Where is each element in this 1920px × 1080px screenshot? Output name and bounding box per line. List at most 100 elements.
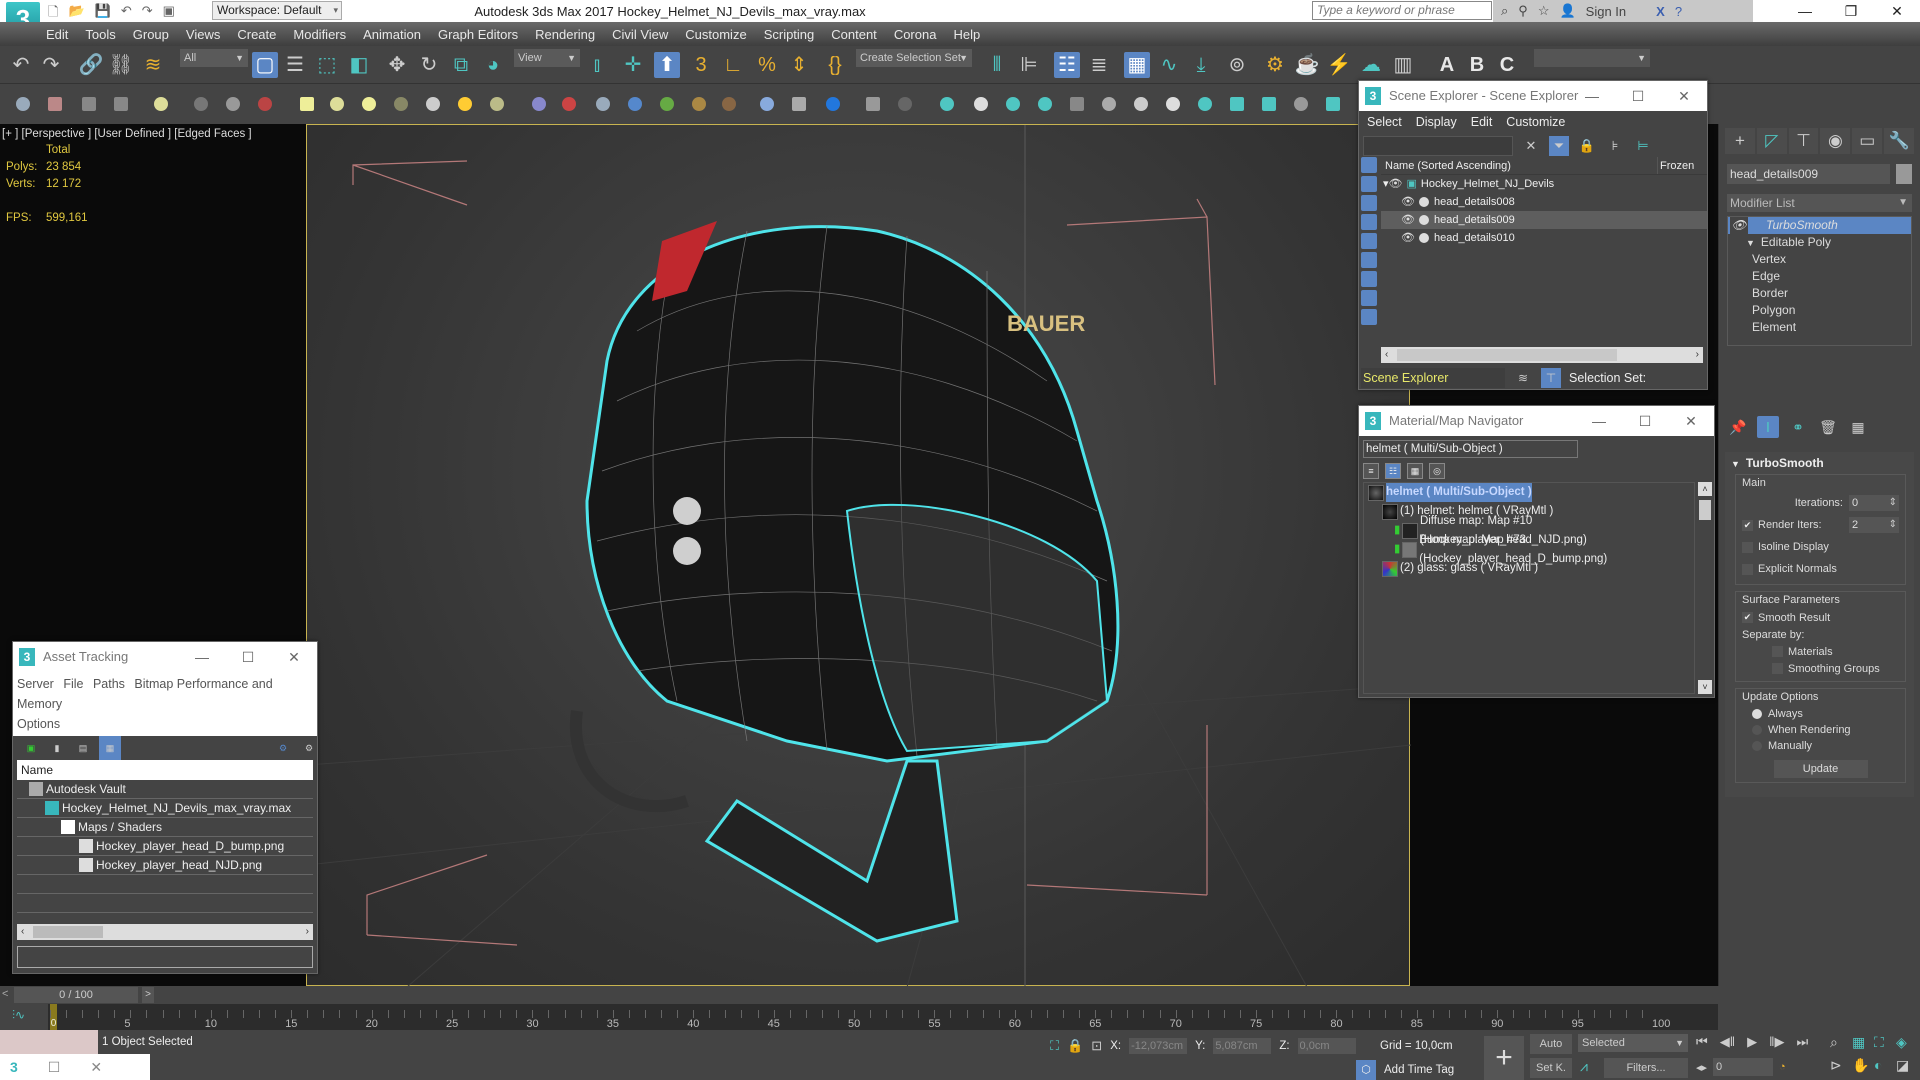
go-to-end-icon[interactable]: ⏭: [1796, 1034, 1808, 1050]
bind-space-warp-icon[interactable]: ≋: [140, 52, 166, 78]
camera-icon[interactable]: [826, 97, 840, 111]
next-frame-icon[interactable]: >: [142, 987, 154, 1003]
close-button[interactable]: ✕: [1874, 0, 1920, 22]
stack-item-polygon[interactable]: Polygon: [1728, 302, 1911, 319]
gear-pair-icon[interactable]: [1294, 97, 1308, 111]
display-tab-icon[interactable]: ▭: [1852, 128, 1883, 154]
tower-icon[interactable]: [596, 97, 610, 111]
next-frame-icon[interactable]: ‖▶: [1769, 1034, 1784, 1050]
z-coordinate-field[interactable]: 0,0cm: [1297, 1038, 1356, 1054]
exchange-icon[interactable]: X: [1656, 4, 1665, 19]
menu-rendering[interactable]: Rendering: [535, 27, 595, 42]
lights-filter-icon[interactable]: [1361, 195, 1377, 211]
asset-row[interactable]: Hockey_Helmet_NJ_Devils_max_vray.max: [17, 799, 313, 818]
minimize-button[interactable]: —: [1569, 81, 1615, 111]
layer-icon[interactable]: [866, 97, 880, 111]
teapot-icon[interactable]: [16, 97, 30, 111]
tree-icon[interactable]: [1038, 97, 1052, 111]
render-iterative-icon[interactable]: ▥: [1390, 52, 1416, 78]
scroll-right-icon[interactable]: ›: [1696, 347, 1699, 363]
sphere-prim-icon[interactable]: [362, 97, 376, 111]
utilities-tab-icon[interactable]: 🔧: [1884, 128, 1914, 154]
placement-icon[interactable]: ◕: [480, 52, 506, 78]
explorer-selector[interactable]: Scene Explorer: [1361, 368, 1505, 388]
current-material-field[interactable]: helmet ( Multi/Sub-Object ): [1363, 440, 1578, 458]
time-tag-icon[interactable]: ⬡: [1356, 1060, 1376, 1080]
text-a-icon[interactable]: A: [1434, 52, 1460, 78]
cameras-filter-icon[interactable]: [1361, 214, 1377, 230]
zoom-icon[interactable]: ⌕: [1830, 1034, 1852, 1051]
text-c-icon[interactable]: C: [1494, 52, 1520, 78]
eye-icon[interactable]: 👁: [1389, 175, 1403, 193]
minimize-button[interactable]: —: [179, 642, 225, 672]
menu-customize[interactable]: Customize: [1506, 115, 1565, 129]
menu-animation[interactable]: Animation: [363, 27, 421, 42]
view-small-icons-icon[interactable]: ▦: [1407, 463, 1423, 479]
hierarchy-tab-icon[interactable]: ⊤: [1788, 128, 1819, 154]
gear-blue-icon[interactable]: [628, 97, 642, 111]
isolate-selection-icon[interactable]: ⛶: [1050, 1038, 1059, 1054]
mirror-skin-icon[interactable]: [226, 97, 240, 111]
view-list-icon[interactable]: ≡: [1363, 463, 1379, 479]
dome-prim-icon[interactable]: [330, 97, 344, 111]
iterations-spinner[interactable]: 0: [1849, 495, 1899, 511]
perspective-viewport[interactable]: BAUER: [306, 124, 1411, 987]
menu-group[interactable]: Group: [133, 27, 169, 42]
prev-frame-icon[interactable]: <: [2, 988, 8, 1000]
maximize-button[interactable]: ☐: [1615, 81, 1661, 111]
rollout-header[interactable]: ▼ TurboSmooth: [1725, 452, 1914, 474]
hierarchy-expand-icon[interactable]: ⊨: [1633, 136, 1653, 156]
shapes-filter-icon[interactable]: [1361, 176, 1377, 192]
spacewarps-filter-icon[interactable]: [1361, 252, 1377, 268]
eye-icon[interactable]: 👁: [1401, 229, 1415, 247]
modifier-list-dropdown[interactable]: Modifier List ▼: [1727, 194, 1912, 212]
panel-icon[interactable]: [82, 97, 96, 111]
hierarchy-icon[interactable]: ⊧: [1605, 136, 1625, 156]
viewport-label[interactable]: [+ ] [Perspective ] [User Defined ] [Edg…: [2, 128, 252, 140]
render-cloud-icon[interactable]: ☁: [1358, 52, 1384, 78]
percent-snap-icon[interactable]: %: [754, 52, 780, 78]
menu-modifiers[interactable]: Modifiers: [293, 27, 346, 42]
menu-edit[interactable]: Edit: [1471, 115, 1493, 129]
material-row[interactable]: helmet ( Multi/Sub-Object ): [1364, 483, 1694, 502]
stack-item-turbosmooth[interactable]: 👁 TurboSmooth: [1728, 217, 1911, 234]
cone-prim-icon[interactable]: [426, 97, 440, 111]
mini-curve-editor-icon[interactable]: ⫶∿: [12, 1008, 25, 1023]
maxscript-listener[interactable]: [0, 1030, 98, 1054]
extra-dropdown[interactable]: ▼: [1534, 49, 1650, 67]
refresh-icon[interactable]: ▣: [23, 740, 39, 756]
menu-content[interactable]: Content: [831, 27, 877, 42]
key-filter-dropdown[interactable]: Selected ▼: [1578, 1034, 1688, 1052]
character-icon[interactable]: [258, 97, 272, 111]
hierarchy-mode-icon[interactable]: ⊤: [1541, 368, 1561, 388]
rock-icon[interactable]: [722, 97, 736, 111]
light-bulb-icon[interactable]: [940, 97, 954, 111]
set-key-mode-button[interactable]: Set K.: [1530, 1058, 1572, 1078]
redo-icon[interactable]: ↷: [38, 52, 64, 78]
column-name[interactable]: Name: [17, 760, 313, 780]
horizontal-scrollbar[interactable]: ‹ ›: [1381, 347, 1703, 363]
layer-explorer-icon[interactable]: ≣: [1086, 52, 1112, 78]
field-of-view-icon[interactable]: ⊳: [1830, 1057, 1852, 1074]
view-large-icons-icon[interactable]: ◎: [1429, 463, 1445, 479]
maximize-button[interactable]: ☐: [225, 642, 271, 672]
ribbon-toggle-icon[interactable]: ▦: [1124, 52, 1150, 78]
geometry-filter-icon[interactable]: [1361, 157, 1377, 173]
previous-frame-icon[interactable]: ◀‖: [1720, 1034, 1735, 1050]
close-button[interactable]: ✕: [1668, 406, 1714, 436]
particle-icon[interactable]: [532, 97, 546, 111]
text-b-icon[interactable]: B: [1464, 52, 1490, 78]
set-key-button[interactable]: +: [1484, 1036, 1524, 1080]
eye-icon[interactable]: 👁: [1401, 211, 1415, 229]
help-icon[interactable]: ?: [1675, 4, 1682, 19]
make-unique-icon[interactable]: ⚭: [1787, 416, 1809, 438]
view-list-icons-icon[interactable]: ☷: [1385, 463, 1401, 479]
update-always-radio[interactable]: [1752, 709, 1762, 719]
selection-set-dropdown[interactable]: Create Selection Set ▼: [856, 49, 972, 67]
menu-help[interactable]: Help: [953, 27, 980, 42]
render-shortcut-icon[interactable]: [48, 97, 62, 111]
thumbnail-icon[interactable]: ▤: [75, 740, 91, 756]
key-mode-toggle-icon[interactable]: ◂▸: [1696, 1061, 1707, 1074]
scroll-right-icon[interactable]: ›: [306, 924, 309, 940]
menu-customize[interactable]: Customize: [685, 27, 746, 42]
